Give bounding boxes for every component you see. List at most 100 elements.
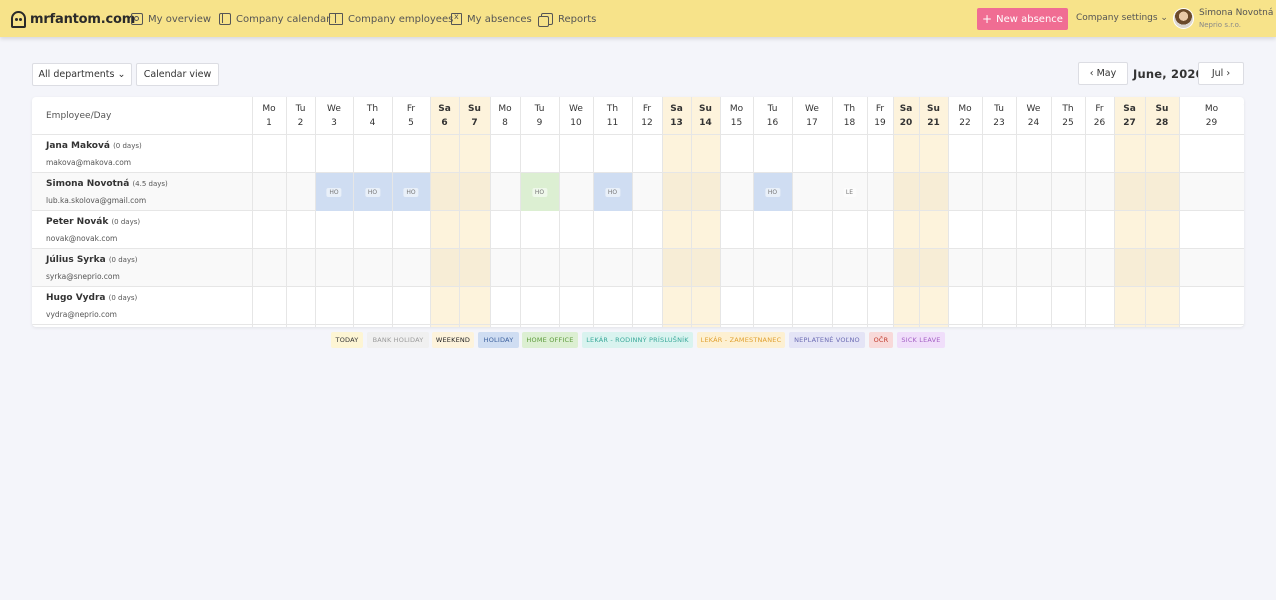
ghost-logo-icon	[11, 10, 26, 28]
employee-email: lub.ka.skolova@gmail.com	[46, 196, 147, 205]
absence-cell[interactable]: LE	[832, 173, 867, 211]
day-number: 18	[843, 118, 856, 128]
day-of-week: We	[1026, 104, 1041, 114]
column-divider	[982, 97, 983, 327]
day-number: 14	[699, 118, 712, 128]
column-divider	[792, 97, 793, 327]
reports-icon	[538, 13, 553, 27]
day-of-week: Mo	[1204, 104, 1219, 114]
day-header: We 10	[559, 102, 593, 130]
column-divider	[753, 97, 754, 327]
day-header: Fr 5	[392, 102, 430, 130]
current-month-label: June, 2020	[1133, 67, 1204, 81]
day-number: 3	[331, 118, 337, 128]
employee-name[interactable]: Július Syrka (0 days)	[46, 255, 137, 265]
book-icon	[329, 13, 343, 25]
day-header: Mo 1	[252, 102, 286, 130]
day-of-week: Mo	[498, 104, 512, 114]
employee-days-count: (0 days)	[113, 142, 142, 150]
absence-cell[interactable]: HO	[520, 173, 559, 211]
absence-code: HO	[604, 188, 621, 197]
employee-name-text: Simona Novotná	[46, 179, 133, 189]
day-number: 19	[874, 118, 886, 128]
absence-cell[interactable]: HO	[593, 173, 632, 211]
day-header: Sa 13	[662, 102, 691, 130]
nav-reports[interactable]: Reports	[538, 11, 597, 27]
absence-cell[interactable]: HO	[315, 173, 353, 211]
column-divider	[490, 97, 491, 327]
day-number: 22	[959, 118, 971, 128]
calendar-header-row: Employee/Day Mo 1 Tu 2 We 3 Th 4 Fr 5 Sa 6 Su 7 Mo 8 Tu 9…	[32, 97, 1244, 135]
day-number: 8	[502, 118, 508, 128]
day-of-week: Su	[927, 104, 940, 114]
departments-dropdown[interactable]: All departments ⌄	[32, 63, 132, 86]
day-of-week: Tu	[767, 104, 778, 114]
calendar-view-button[interactable]: Calendar view	[136, 63, 219, 86]
day-of-week: Su	[699, 104, 712, 114]
column-divider	[430, 97, 431, 327]
avatar[interactable]	[1173, 8, 1194, 29]
nav-company-employees[interactable]: Company employees	[329, 11, 453, 27]
day-of-week: Sa	[438, 104, 451, 114]
table-row: Július Syrka (0 days) syrka@sneprio.com	[32, 249, 1244, 287]
employee-name[interactable]: Hugo Vydra (0 days)	[46, 293, 137, 303]
column-divider	[392, 97, 393, 327]
day-header: Fr 19	[867, 102, 893, 130]
day-of-week: We	[805, 104, 819, 114]
absence-code: LE	[842, 188, 857, 197]
day-number: 17	[806, 118, 818, 128]
column-divider	[459, 97, 460, 327]
column-divider	[1085, 97, 1086, 327]
column-divider	[1016, 97, 1017, 327]
day-header: Th 18	[832, 102, 867, 130]
user-name[interactable]: Simona Novotná	[1199, 8, 1273, 18]
column-divider	[252, 97, 253, 327]
day-header: Mo 15	[720, 102, 753, 130]
column-divider	[893, 97, 894, 327]
absence-code: HO	[403, 188, 419, 197]
day-of-week: We	[327, 104, 341, 114]
day-header: Mo 29	[1179, 102, 1244, 130]
nav-label: Reports	[558, 13, 597, 25]
absence-cell[interactable]: HO	[353, 173, 392, 211]
absence-calendar: Employee/Day Mo 1 Tu 2 We 3 Th 4 Fr 5 Sa 6 Su 7 Mo 8 Tu 9…	[32, 97, 1244, 327]
nav-label: My absences	[467, 13, 532, 25]
absence-cell[interactable]: HO	[753, 173, 792, 211]
day-number: 25	[1062, 118, 1074, 128]
nav-company-calendar[interactable]: Company calendar	[219, 11, 330, 27]
app-logo[interactable]: mrfantom.com	[11, 9, 135, 29]
day-number: 29	[1205, 118, 1218, 128]
legend-item: HOLIDAY	[478, 332, 519, 348]
employee-name[interactable]: Peter Novák (0 days)	[46, 217, 140, 227]
employee-days-count: (0 days)	[108, 256, 138, 264]
table-row: Peter Novák (0 days) novak@novak.com	[32, 211, 1244, 249]
absence-cell[interactable]: HO	[392, 173, 430, 211]
day-header: Tu 2	[286, 102, 315, 130]
employee-name[interactable]: Jana Maková (0 days)	[46, 141, 142, 151]
legend-item: HOME OFFICE	[522, 332, 578, 348]
nav-my-absences[interactable]: My absences	[451, 11, 532, 27]
day-header: Fr 26	[1085, 102, 1114, 130]
legend-item: LEKÁR - RODINNÝ PRÍSLUŠNÍK	[582, 332, 693, 348]
company-settings-dropdown[interactable]: Company settings ⌄	[1076, 13, 1168, 23]
day-number: 4	[369, 118, 376, 128]
previous-month-button[interactable]: ‹ May	[1078, 62, 1128, 85]
day-number: 15	[730, 118, 743, 128]
next-month-button[interactable]: Jul ›	[1198, 62, 1244, 85]
day-of-week: Mo	[262, 104, 276, 114]
nav-my-overview[interactable]: My overview	[131, 11, 211, 27]
nav-label: My overview	[148, 13, 212, 25]
day-of-week: Su	[468, 104, 481, 114]
day-number: 21	[927, 118, 940, 128]
new-absence-button[interactable]: + New absence	[977, 8, 1068, 30]
day-header: Fr 12	[632, 102, 662, 130]
day-of-week: Su	[1155, 104, 1169, 114]
legend-item: TODAY	[331, 332, 363, 348]
new-absence-label: New absence	[996, 13, 1063, 25]
employee-name[interactable]: Simona Novotná (4.5 days)	[46, 179, 168, 189]
legend-item: OČR	[869, 332, 893, 348]
day-of-week: Sa	[899, 104, 913, 114]
day-header: Sa 20	[893, 102, 919, 130]
day-number: 28	[1155, 118, 1169, 128]
absence-code: HO	[531, 188, 548, 197]
